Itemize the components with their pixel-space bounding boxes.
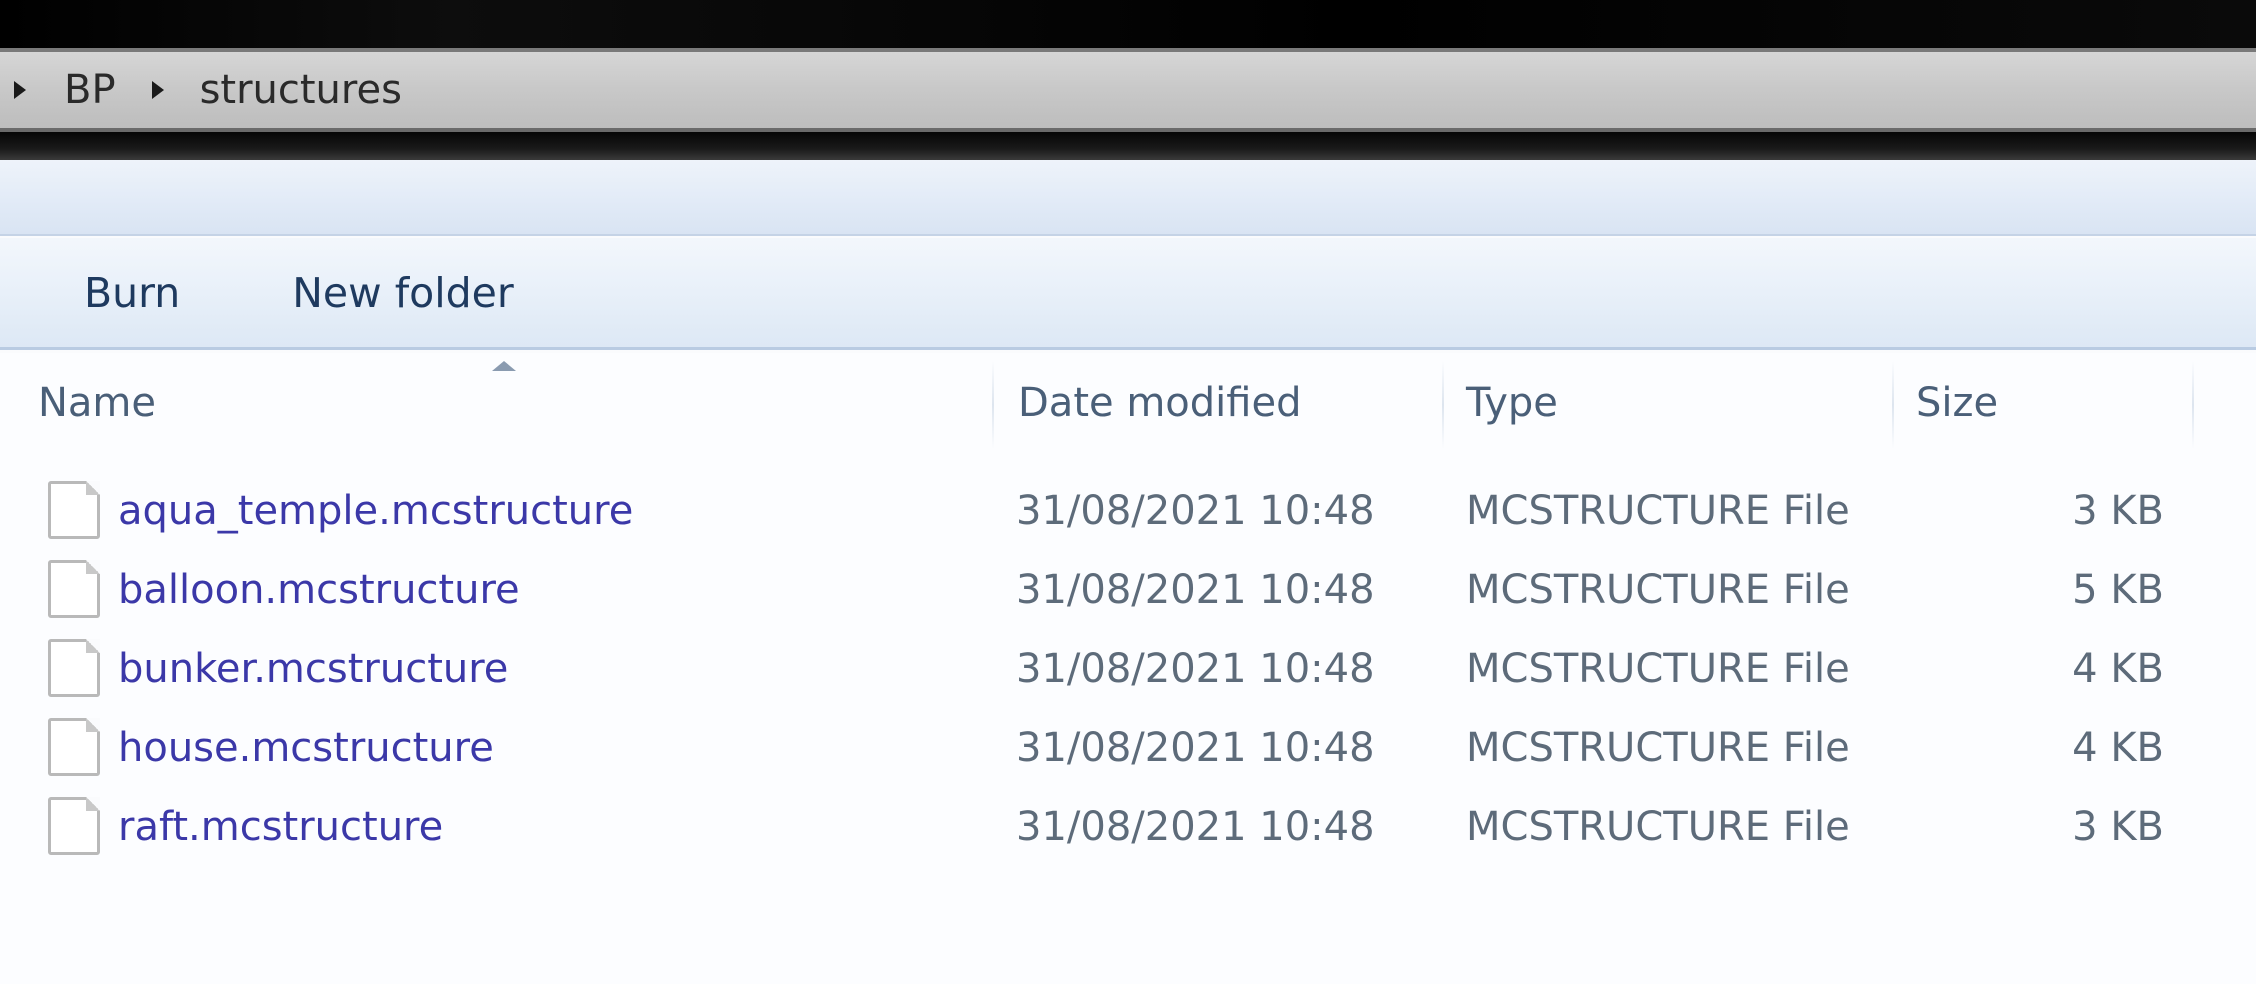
file-type: MCSTRUCTURE File bbox=[1466, 566, 1850, 613]
file-date-modified: 31/08/2021 10:48 bbox=[1016, 566, 1375, 613]
file-size: 3 KB bbox=[2072, 487, 2164, 534]
menu-strip bbox=[0, 160, 2256, 236]
file-row[interactable]: house.mcstructure 31/08/2021 10:48 MCSTR… bbox=[0, 708, 2256, 787]
column-separator[interactable] bbox=[2192, 361, 2194, 449]
sort-ascending-icon bbox=[492, 361, 516, 371]
new-folder-button[interactable]: New folder bbox=[292, 269, 513, 317]
command-toolbar: Burn New folder bbox=[0, 238, 2256, 350]
file-date-modified: 31/08/2021 10:48 bbox=[1016, 803, 1375, 850]
breadcrumb-structures[interactable]: structures bbox=[200, 67, 402, 113]
column-header-type[interactable]: Type bbox=[1466, 353, 1558, 453]
column-header-date-modified[interactable]: Date modified bbox=[1018, 353, 1301, 453]
column-separator[interactable] bbox=[1442, 361, 1444, 449]
file-type: MCSTRUCTURE File bbox=[1466, 724, 1850, 771]
window-top-edge bbox=[0, 0, 2256, 48]
breadcrumb-bp[interactable]: BP bbox=[64, 67, 116, 113]
file-name[interactable]: aqua_temple.mcstructure bbox=[118, 488, 633, 534]
column-header-size[interactable]: Size bbox=[1916, 353, 1998, 453]
file-size: 3 KB bbox=[2072, 803, 2164, 850]
file-name[interactable]: house.mcstructure bbox=[118, 725, 494, 771]
chevron-right-icon[interactable] bbox=[14, 81, 26, 99]
column-separator[interactable] bbox=[1892, 361, 1894, 449]
file-row[interactable]: aqua_temple.mcstructure 31/08/2021 10:48… bbox=[0, 471, 2256, 550]
file-date-modified: 31/08/2021 10:48 bbox=[1016, 487, 1375, 534]
file-size: 4 KB bbox=[2072, 645, 2164, 692]
address-bar[interactable]: BP structures bbox=[0, 48, 2256, 132]
document-icon bbox=[48, 639, 100, 697]
file-type: MCSTRUCTURE File bbox=[1466, 487, 1850, 534]
file-name[interactable]: bunker.mcstructure bbox=[118, 646, 508, 692]
window-frame-band bbox=[0, 132, 2256, 160]
document-icon bbox=[48, 718, 100, 776]
column-header-name[interactable]: Name bbox=[38, 353, 156, 453]
file-row[interactable]: raft.mcstructure 31/08/2021 10:48 MCSTRU… bbox=[0, 787, 2256, 866]
file-list-pane: Name Date modified Type Size aqua_temple… bbox=[0, 353, 2256, 984]
column-separator[interactable] bbox=[992, 361, 994, 449]
file-name[interactable]: raft.mcstructure bbox=[118, 804, 443, 850]
document-icon bbox=[48, 481, 100, 539]
file-type: MCSTRUCTURE File bbox=[1466, 645, 1850, 692]
file-size: 4 KB bbox=[2072, 724, 2164, 771]
file-name[interactable]: balloon.mcstructure bbox=[118, 567, 520, 613]
document-icon bbox=[48, 797, 100, 855]
file-row[interactable]: balloon.mcstructure 31/08/2021 10:48 MCS… bbox=[0, 550, 2256, 629]
document-icon bbox=[48, 560, 100, 618]
file-row[interactable]: bunker.mcstructure 31/08/2021 10:48 MCST… bbox=[0, 629, 2256, 708]
file-date-modified: 31/08/2021 10:48 bbox=[1016, 645, 1375, 692]
file-date-modified: 31/08/2021 10:48 bbox=[1016, 724, 1375, 771]
burn-button[interactable]: Burn bbox=[84, 269, 180, 317]
file-type: MCSTRUCTURE File bbox=[1466, 803, 1850, 850]
file-size: 5 KB bbox=[2072, 566, 2164, 613]
chevron-right-icon[interactable] bbox=[151, 81, 164, 99]
